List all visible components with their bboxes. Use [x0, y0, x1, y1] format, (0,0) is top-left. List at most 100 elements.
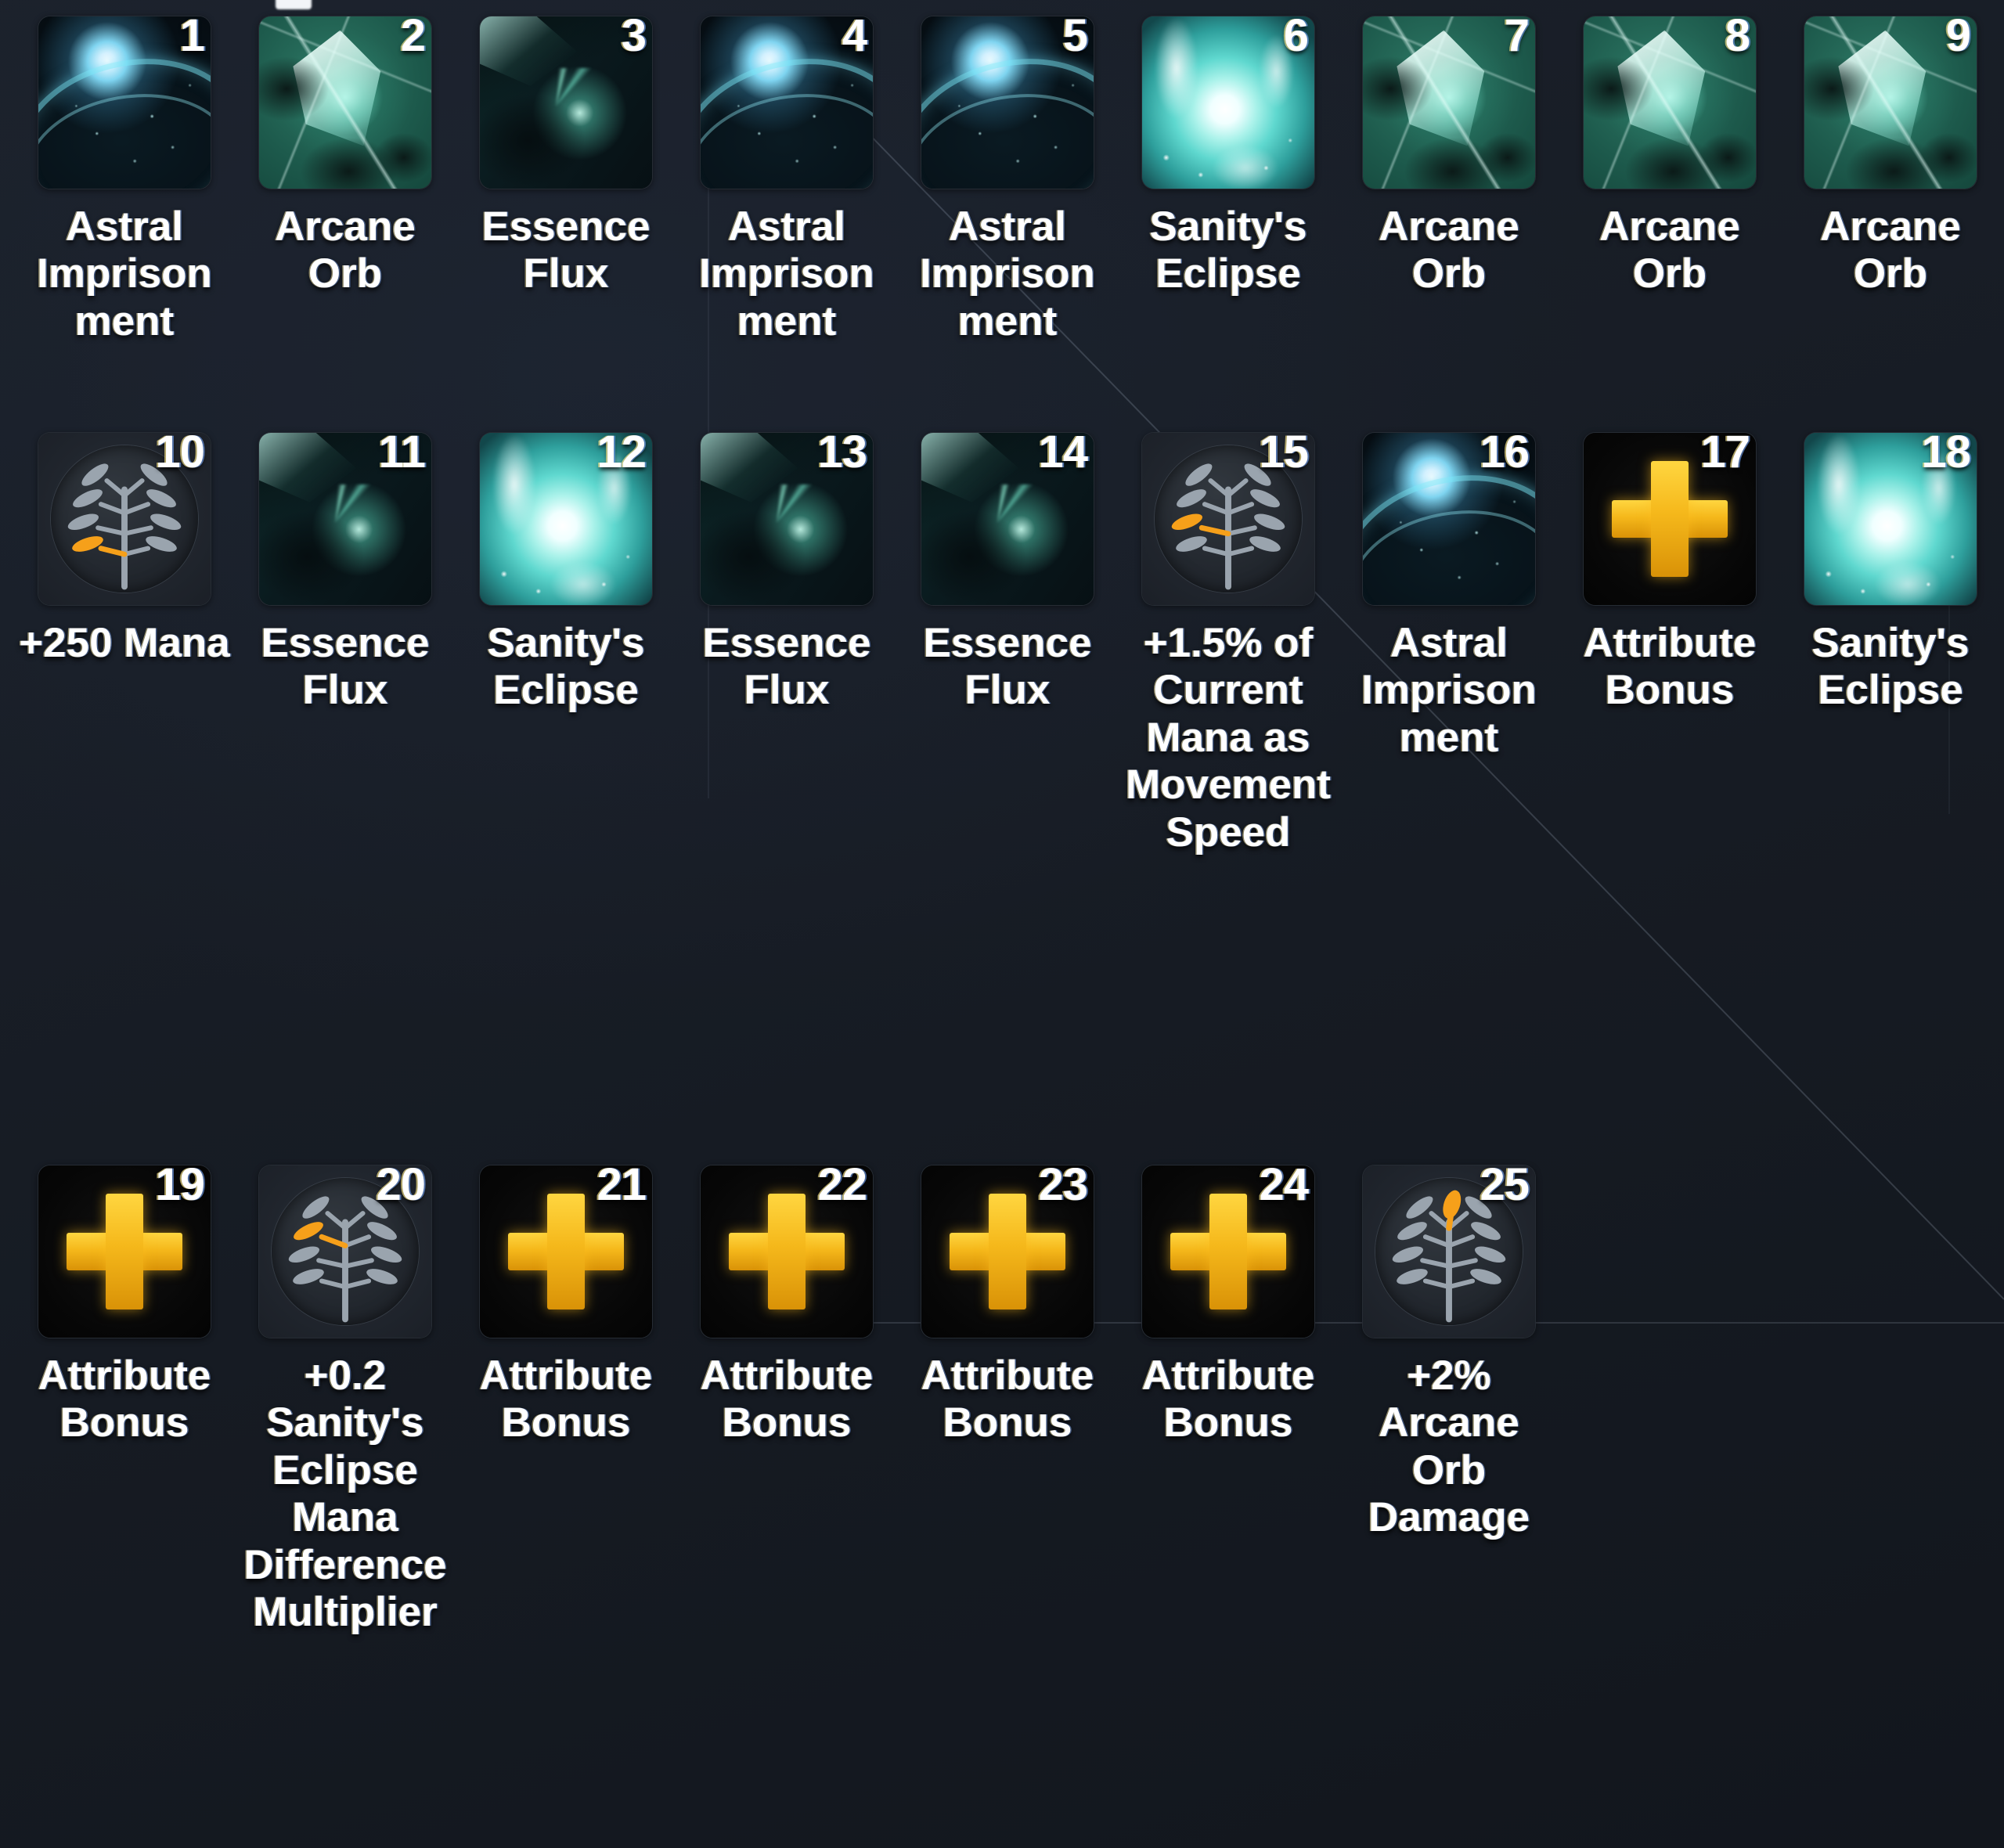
talent-icon-19[interactable]: 19: [38, 1165, 211, 1338]
talent-label: Astral Imprisonment: [920, 204, 1095, 344]
talent-slot-2[interactable]: 2 Arcane Orb: [235, 16, 456, 298]
talent-icon-3[interactable]: 3: [479, 16, 653, 189]
talent-slot-16[interactable]: 16 Astral Imprisonment: [1339, 432, 1559, 762]
talent-slot-25[interactable]: 25 +2% Arcane Orb Damage: [1339, 1165, 1559, 1542]
talent-order-number: 24: [1259, 1165, 1309, 1210]
talent-label: Arcane Orb: [275, 204, 416, 297]
talent-order-number: 19: [155, 1165, 205, 1210]
talent-icon-9[interactable]: 9: [1804, 16, 1977, 189]
talent-slot-24[interactable]: 24 Attribute Bonus: [1118, 1165, 1339, 1447]
talent-icon-5[interactable]: 5: [921, 16, 1094, 189]
talent-icon-23[interactable]: 23: [921, 1165, 1094, 1338]
talent-icon-21[interactable]: 21: [479, 1165, 653, 1338]
talent-icon-1[interactable]: 1: [38, 16, 211, 189]
talent-slot-18[interactable]: 18 Sanity's Eclipse: [1780, 432, 2001, 715]
talent-order-number: 12: [597, 432, 647, 477]
talent-slot-3[interactable]: 3 Essence Flux: [456, 16, 676, 298]
talent-slot-8[interactable]: 8 Arcane Orb: [1559, 16, 1780, 298]
talent-label: Sanity's Eclipse: [487, 620, 645, 714]
talent-order-number: 22: [817, 1165, 867, 1210]
talent-order-number: 20: [376, 1165, 426, 1210]
talent-icon-4[interactable]: 4: [700, 16, 874, 189]
talent-label: Arcane Orb: [1820, 204, 1961, 297]
talent-icon-10[interactable]: 10: [38, 432, 211, 606]
talent-order-number: 11: [378, 432, 426, 477]
talent-order-number: 25: [1480, 1165, 1530, 1210]
talent-label: Essence Flux: [923, 620, 1092, 714]
talent-label: Essence Flux: [261, 620, 430, 714]
talent-label: Sanity's Eclipse: [1811, 620, 1970, 714]
talent-label: Attribute Bonus: [38, 1353, 211, 1446]
talent-icon-25[interactable]: 25: [1362, 1165, 1536, 1338]
talent-order-number: 23: [1038, 1165, 1088, 1210]
talent-slot-17[interactable]: 17 Attribute Bonus: [1559, 432, 1780, 715]
talent-icon-15[interactable]: 15: [1141, 432, 1315, 606]
talent-order-number: 1: [179, 16, 205, 61]
talent-order-number: 13: [817, 432, 867, 477]
talent-slot-5[interactable]: 5 Astral Imprisonment: [897, 16, 1118, 345]
talent-slot-9[interactable]: 9 Arcane Orb: [1780, 16, 2001, 298]
talent-slot-20[interactable]: 20 +0.2 Sanity's Eclipse Mana Difference …: [235, 1165, 456, 1636]
talent-icon-6[interactable]: 6: [1141, 16, 1315, 189]
talent-slot-12[interactable]: 12 Sanity's Eclipse: [456, 432, 676, 715]
talent-icon-20[interactable]: 20: [258, 1165, 432, 1338]
talent-label: +0.2 Sanity's Eclipse Mana Difference Mu…: [243, 1353, 447, 1636]
talent-slot-23[interactable]: 23 Attribute Bonus: [897, 1165, 1118, 1447]
talent-order-number: 6: [1283, 16, 1309, 61]
talent-order-number: 10: [155, 432, 205, 477]
talent-order-number: 18: [1921, 432, 1971, 477]
talent-icon-8[interactable]: 8: [1583, 16, 1757, 189]
talent-label: Essence Flux: [702, 620, 871, 714]
talent-slot-10[interactable]: 10 +250 Mana: [14, 432, 235, 667]
talent-label: Attribute Bonus: [700, 1353, 874, 1446]
talent-label: Sanity's Eclipse: [1149, 204, 1307, 297]
talent-order-number: 4: [842, 16, 867, 61]
talent-slot-15[interactable]: 15 +1.5% of Current Mana as Movement Spee…: [1118, 432, 1339, 856]
talent-icon-18[interactable]: 18: [1804, 432, 1977, 606]
clipped-top-glyph: [276, 0, 312, 9]
talent-slot-21[interactable]: 21 Attribute Bonus: [456, 1165, 676, 1447]
talent-label: Astral Imprisonment: [699, 204, 874, 344]
talent-icon-7[interactable]: 7: [1362, 16, 1536, 189]
talent-order-number: 17: [1700, 432, 1750, 477]
talent-icon-13[interactable]: 13: [700, 432, 874, 606]
talent-icon-17[interactable]: 17: [1583, 432, 1757, 606]
talent-label: Attribute Bonus: [1141, 1353, 1315, 1446]
talent-label: Astral Imprisonment: [1361, 620, 1537, 761]
talent-order-number: 21: [597, 1165, 647, 1210]
talent-label: +250 Mana: [19, 620, 230, 666]
talent-slot-7[interactable]: 7 Arcane Orb: [1339, 16, 1559, 298]
talent-slot-1[interactable]: 1 Astral Imprisonment: [14, 16, 235, 345]
talent-slot-13[interactable]: 13 Essence Flux: [676, 432, 897, 715]
talent-label: Essence Flux: [481, 204, 651, 297]
talent-icon-11[interactable]: 11: [258, 432, 432, 606]
talent-slot-22[interactable]: 22 Attribute Bonus: [676, 1165, 897, 1447]
talent-slot-19[interactable]: 19 Attribute Bonus: [14, 1165, 235, 1447]
talent-order-number: 9: [1945, 16, 1971, 61]
talent-order-number: 16: [1480, 432, 1530, 477]
talent-order-number: 2: [400, 16, 426, 61]
talent-slot-11[interactable]: 11 Essence Flux: [235, 432, 456, 715]
talent-icon-2[interactable]: 2: [258, 16, 432, 189]
talent-icon-12[interactable]: 12: [479, 432, 653, 606]
talent-order-number: 15: [1259, 432, 1309, 477]
talent-slot-4[interactable]: 4 Astral Imprisonment: [676, 16, 897, 345]
talent-build-grid: 1 Astral Imprisonment 2 Arcane Orb 3 Essence …: [0, 0, 2004, 1848]
talent-order-number: 5: [1062, 16, 1088, 61]
talent-label: Arcane Orb: [1599, 204, 1740, 297]
talent-order-number: 8: [1725, 16, 1750, 61]
talent-label: Astral Imprisonment: [37, 204, 212, 344]
talent-icon-16[interactable]: 16: [1362, 432, 1536, 606]
talent-slot-6[interactable]: 6 Sanity's Eclipse: [1118, 16, 1339, 298]
talent-label: Attribute Bonus: [1583, 620, 1757, 714]
talent-label: +1.5% of Current Mana as Movement Speed: [1125, 620, 1332, 856]
talent-icon-24[interactable]: 24: [1141, 1165, 1315, 1338]
talent-slot-14[interactable]: 14 Essence Flux: [897, 432, 1118, 715]
talent-icon-14[interactable]: 14: [921, 432, 1094, 606]
talent-label: +2% Arcane Orb Damage: [1368, 1353, 1530, 1541]
talent-label: Attribute Bonus: [921, 1353, 1094, 1446]
talent-icon-22[interactable]: 22: [700, 1165, 874, 1338]
talent-label: Arcane Orb: [1379, 204, 1519, 297]
talent-label: Attribute Bonus: [479, 1353, 653, 1446]
talent-order-number: 7: [1504, 16, 1530, 61]
